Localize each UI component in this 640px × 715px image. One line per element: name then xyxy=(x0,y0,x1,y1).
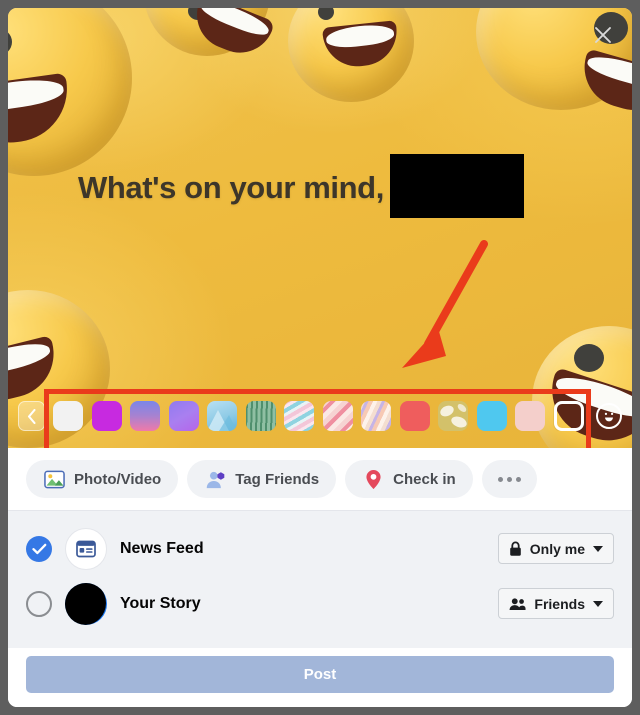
swatch-olive-petals[interactable] xyxy=(438,401,468,431)
news-feed-radio[interactable] xyxy=(26,535,52,562)
swatch-list[interactable] xyxy=(53,401,588,431)
create-post-modal: What's on your mind, Photo/Video Tag Fri… xyxy=(8,8,632,707)
news-feed-audience-selector[interactable]: Only me xyxy=(497,533,614,564)
swatch-coral-red[interactable] xyxy=(399,401,430,431)
mountain-pattern xyxy=(207,410,237,431)
swatch-blue-mountain[interactable] xyxy=(207,401,237,431)
screen: What's on your mind, Photo/Video Tag Fri… xyxy=(0,0,640,715)
check-in-label: Check in xyxy=(393,470,456,488)
swatch-pastel-waves[interactable] xyxy=(284,401,314,431)
chevron-left-icon xyxy=(27,408,36,424)
your-story-label: Your Story xyxy=(120,594,201,612)
photo-video-button[interactable]: Photo/Video xyxy=(26,460,179,498)
swatch-current-selected[interactable] xyxy=(553,401,584,431)
destination-news-feed[interactable]: News Feed Only me xyxy=(26,521,614,576)
tag-friends-icon xyxy=(204,468,226,490)
more-options-button[interactable] xyxy=(481,460,537,498)
composer-prompt[interactable]: What's on your mind, xyxy=(78,154,524,218)
chevron-down-icon xyxy=(593,600,603,607)
swatch-white[interactable] xyxy=(53,401,83,431)
emoji-picker-button[interactable] xyxy=(596,403,622,429)
swatch-sky-cyan[interactable] xyxy=(476,401,507,431)
ellipsis-icon xyxy=(497,476,521,482)
swatch-candy-swirl[interactable] xyxy=(361,401,391,431)
post-button-container: Post xyxy=(8,648,632,707)
page-title: What's on your mind, xyxy=(78,170,384,205)
swatch-pink-blush[interactable] xyxy=(322,401,353,431)
lock-icon xyxy=(509,541,521,556)
friends-icon xyxy=(509,597,526,610)
your-story-audience-selector[interactable]: Friends xyxy=(498,588,614,619)
check-in-button[interactable]: Check in xyxy=(345,460,473,498)
your-story-audience-label: Friends xyxy=(534,595,585,612)
post-button[interactable]: Post xyxy=(26,656,614,693)
close-button[interactable] xyxy=(588,20,618,50)
profile-avatar xyxy=(65,582,107,625)
photo-video-icon xyxy=(43,468,65,490)
composer-actions-row: Photo/Video Tag Friends Check in xyxy=(8,448,632,511)
swatch-blue-pink[interactable] xyxy=(130,401,160,431)
tag-friends-label: Tag Friends xyxy=(235,470,320,488)
petal-pattern xyxy=(440,404,467,428)
chevron-down-icon xyxy=(593,545,603,552)
close-icon xyxy=(595,27,611,43)
destination-your-story[interactable]: Your Story Friends xyxy=(26,576,614,631)
swatch-pale-pink[interactable] xyxy=(515,401,545,431)
redacted-user-name xyxy=(389,154,524,218)
composer-background-area: What's on your mind, xyxy=(8,8,632,448)
swatch-magenta[interactable] xyxy=(91,401,122,431)
news-feed-icon xyxy=(65,527,107,570)
background-swatch-tray xyxy=(8,390,632,442)
location-pin-icon xyxy=(362,468,384,490)
news-feed-audience-label: Only me xyxy=(529,540,585,557)
check-icon xyxy=(31,543,46,554)
swatch-purple-violet[interactable] xyxy=(168,401,199,431)
swatch-green-stripes[interactable] xyxy=(245,401,276,431)
your-story-radio[interactable] xyxy=(26,590,52,617)
news-feed-label: News Feed xyxy=(120,539,204,557)
tag-friends-button[interactable]: Tag Friends xyxy=(187,460,337,498)
photo-video-label: Photo/Video xyxy=(74,470,162,488)
swatch-prev-button[interactable] xyxy=(18,401,45,431)
redacted-avatar xyxy=(65,582,106,625)
destination-list: News Feed Only me Your Story Friends xyxy=(8,511,632,648)
smiley-icon xyxy=(604,412,614,422)
